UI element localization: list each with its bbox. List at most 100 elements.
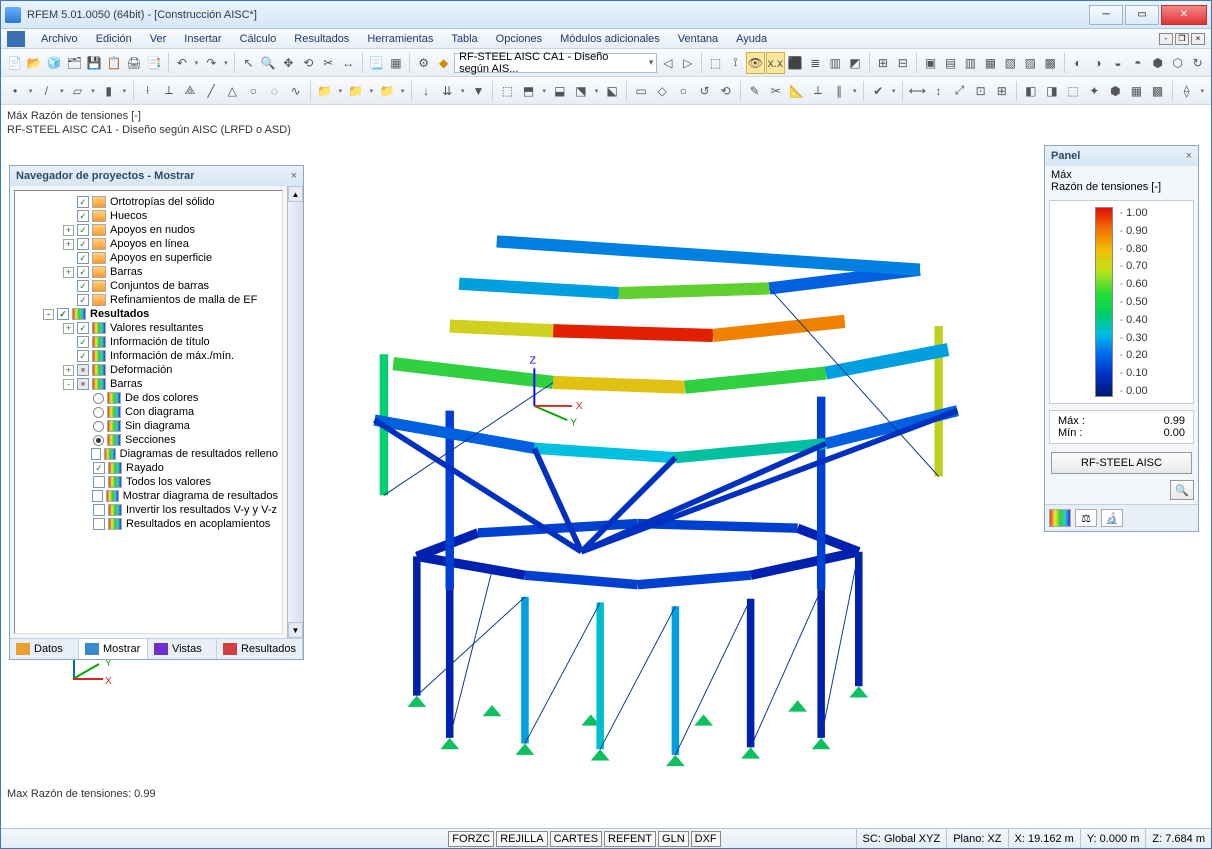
grid-1-icon[interactable]: ⊞ [873, 52, 892, 74]
folder-2-icon[interactable]: 📁 [346, 80, 366, 102]
status-toggle-forzc[interactable]: FORZC [448, 831, 494, 847]
checkbox-icon[interactable] [77, 210, 89, 222]
menu-tabla[interactable]: Tabla [443, 31, 485, 47]
tree-item[interactable]: Información de título [17, 335, 280, 349]
toggle-4-icon[interactable]: x.x [766, 52, 785, 74]
tool-a-icon[interactable]: ⬚ [497, 80, 517, 102]
menu-edicion[interactable]: Edición [88, 31, 140, 47]
surf-drop[interactable]: ▾ [89, 87, 98, 95]
toggle-1-icon[interactable]: ⬚ [706, 52, 725, 74]
checkbox-icon[interactable] [77, 238, 89, 250]
app-menu-icon[interactable] [7, 31, 25, 47]
solid-icon[interactable]: ▮ [99, 80, 119, 102]
prev-case-icon[interactable]: ◁ [658, 52, 677, 74]
dim-3-icon[interactable]: ⤢ [950, 80, 970, 102]
menu-modulos[interactable]: Módulos adicionales [552, 31, 668, 47]
f2-drop[interactable]: ▾ [367, 87, 376, 95]
tree-item[interactable]: Con diagrama [17, 405, 280, 419]
toggle-2-icon[interactable]: ⟟ [726, 52, 745, 74]
node-drop[interactable]: ▾ [26, 87, 35, 95]
checkbox-icon[interactable] [93, 518, 105, 530]
folder-1-icon[interactable]: 📁 [315, 80, 335, 102]
misc-1-icon[interactable]: ◧ [1021, 80, 1041, 102]
axis-z-icon[interactable]: ◒ [1108, 52, 1127, 74]
menu-archivo[interactable]: Archivo [33, 31, 86, 47]
check-icon[interactable]: ✔ [868, 80, 888, 102]
mdi-close[interactable]: × [1191, 33, 1205, 45]
dim-1-icon[interactable]: ⟷ [907, 80, 927, 102]
persp-icon[interactable]: ⬡ [1168, 52, 1187, 74]
tree-item[interactable]: Resultados en acoplamientos [17, 517, 280, 531]
open-icon[interactable]: 📂 [25, 52, 44, 74]
tree-item[interactable]: Refinamientos de malla de EF [17, 293, 280, 307]
hinge-icon[interactable]: ○ [243, 80, 263, 102]
f3-drop[interactable]: ▾ [398, 87, 407, 95]
tree-item[interactable]: Diagramas de resultados relleno [17, 447, 280, 461]
dim-4-icon[interactable]: ⊡ [971, 80, 991, 102]
dim-5-icon[interactable]: ⊞ [992, 80, 1012, 102]
panel-close-icon[interactable]: × [1186, 150, 1192, 162]
menu-opciones[interactable]: Opciones [488, 31, 550, 47]
tree-item[interactable]: +Valores resultantes [17, 321, 280, 335]
load-3-icon[interactable]: ▼ [468, 80, 488, 102]
loadcase-combo[interactable]: RF-STEEL AISC CA1 - Diseño según AIS... [454, 53, 657, 73]
panel-tab-scale-icon[interactable]: ⚖ [1075, 509, 1097, 527]
dim-2-icon[interactable]: ↕ [928, 80, 948, 102]
panel-tab-legend-icon[interactable] [1049, 509, 1071, 527]
navigator-scrollbar[interactable]: ▲ ▼ [287, 186, 303, 638]
load-1-icon[interactable]: ↓ [416, 80, 436, 102]
checkbox-icon[interactable] [77, 196, 89, 208]
toggle-8-icon[interactable]: ◩ [846, 52, 865, 74]
new-icon[interactable]: 📄 [5, 52, 24, 74]
redo-icon[interactable]: ↷ [202, 52, 221, 74]
radio-icon[interactable] [93, 435, 104, 446]
tool-b-icon[interactable]: ⬒ [519, 80, 539, 102]
view-4-icon[interactable]: ▦ [981, 52, 1000, 74]
checkbox-icon[interactable] [77, 224, 89, 236]
edit-1-icon[interactable]: ✎ [745, 80, 765, 102]
checkbox-icon[interactable] [77, 378, 89, 390]
expander-icon[interactable]: + [63, 365, 74, 376]
move-icon[interactable]: ↔ [339, 52, 358, 74]
checkbox-icon[interactable] [93, 504, 105, 516]
viewport[interactable]: Máx Razón de tensiones [-] RF-STEEL AISC… [1, 105, 1211, 828]
l2-drop[interactable]: ▾ [458, 87, 467, 95]
menu-ver[interactable]: Ver [142, 31, 175, 47]
view-1-icon[interactable]: ▣ [921, 52, 940, 74]
axis-x-icon[interactable]: ◐ [1069, 52, 1088, 74]
nav-tab-resultados[interactable]: Resultados [217, 639, 303, 659]
checkbox-icon[interactable] [57, 308, 69, 320]
checkbox-icon[interactable] [77, 266, 89, 278]
expander-icon[interactable]: - [43, 309, 54, 320]
panel-zoom-icon[interactable]: 🔍 [1170, 480, 1194, 500]
tree-item[interactable]: +Apoyos en línea [17, 237, 280, 251]
m8-drop[interactable]: ▾ [1198, 87, 1207, 95]
iso-icon[interactable]: ◓ [1128, 52, 1147, 74]
nav-tab-datos[interactable]: Datos [10, 639, 79, 659]
mdi-restore[interactable]: ❐ [1175, 33, 1189, 45]
redo-dropdown[interactable]: ▾ [222, 59, 230, 67]
navigator-close-icon[interactable]: × [291, 170, 297, 182]
expander-icon[interactable]: + [63, 323, 74, 334]
view-2-icon[interactable]: ▤ [941, 52, 960, 74]
tree-item[interactable]: Sin diagrama [17, 419, 280, 433]
scroll-down-icon[interactable]: ▼ [288, 622, 303, 638]
radio-icon[interactable] [93, 407, 104, 418]
save-icon[interactable]: 💾 [85, 52, 104, 74]
td-drop[interactable]: ▾ [592, 87, 601, 95]
tree-item[interactable]: -Barras [17, 377, 280, 391]
sel-1-icon[interactable]: ▭ [631, 80, 651, 102]
module-icon[interactable]: ◆ [434, 52, 453, 74]
copy-icon[interactable]: 📋 [105, 52, 124, 74]
edit-2-icon[interactable]: ✂ [766, 80, 786, 102]
menu-calculo[interactable]: Cálculo [232, 31, 285, 47]
tree-item[interactable]: +Barras [17, 265, 280, 279]
tree-item[interactable]: +Deformación [17, 363, 280, 377]
misc-3-icon[interactable]: ⬚ [1063, 80, 1083, 102]
radio-icon[interactable] [93, 421, 104, 432]
tree-item[interactable]: +Apoyos en nudos [17, 223, 280, 237]
checkbox-icon[interactable] [77, 322, 89, 334]
brace-icon[interactable]: ╱ [201, 80, 221, 102]
checkbox-icon[interactable] [92, 490, 103, 502]
expander-icon[interactable]: + [63, 239, 74, 250]
